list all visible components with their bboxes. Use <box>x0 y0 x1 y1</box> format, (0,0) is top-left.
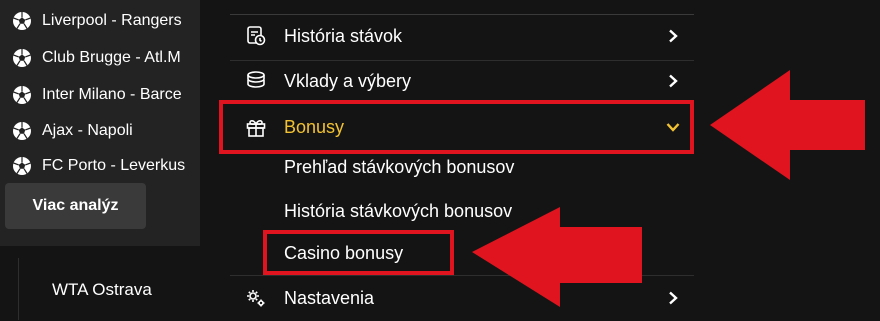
menu-item-label: Vklady a výbery <box>284 70 412 91</box>
match-analysis-panel: Liverpool - Rangers Club Brugge - Atl.M … <box>0 0 200 246</box>
soccer-ball-icon <box>13 122 31 140</box>
menu-item-label: História stávok <box>284 25 403 46</box>
submenu-item-casino-bonuses[interactable]: Casino bonusy <box>284 243 403 264</box>
submenu-item-bet-bonus-overview[interactable]: Prehľad stávkových bonusov <box>284 157 514 178</box>
chevron-right-icon <box>669 74 678 88</box>
soccer-ball-icon <box>13 12 31 30</box>
divider <box>18 258 19 320</box>
match-label: Club Brugge - Atl.M <box>42 49 181 66</box>
soccer-ball-icon <box>13 86 31 104</box>
menu-item-bonuses[interactable]: Bonusy <box>230 104 694 150</box>
menu-item-label: Nastavenia <box>284 287 375 308</box>
match-label: FC Porto - Leverkus <box>42 157 186 174</box>
chevron-down-icon <box>666 123 680 132</box>
soccer-ball-icon <box>13 49 31 67</box>
match-label: Inter Milano - Barce <box>42 86 182 103</box>
match-item-inter-milano[interactable]: Inter Milano - Barce <box>12 77 182 113</box>
menu-item-bet-history[interactable]: História stávok <box>230 13 694 59</box>
submenu-item-bet-bonus-history[interactable]: História stávkových bonusov <box>284 201 512 222</box>
menu-item-deposits-withdrawals[interactable]: Vklady a výbery <box>230 58 694 104</box>
gift-icon <box>244 115 268 139</box>
more-analyses-button[interactable]: Viac analýz <box>5 183 146 229</box>
menu-item-settings[interactable]: Nastavenia <box>230 275 694 321</box>
receipt-clock-icon <box>244 24 268 48</box>
chevron-right-icon <box>669 29 678 43</box>
soccer-ball-icon <box>13 157 31 175</box>
coins-icon <box>244 69 268 93</box>
tournament-tab-wta-ostrava[interactable]: WTA Ostrava <box>52 280 152 300</box>
chevron-right-icon <box>669 291 678 305</box>
match-item-club-brugge[interactable]: Club Brugge - Atl.M <box>12 40 181 76</box>
account-menu: História stávok Vklady a výbery Bonusy P… <box>200 0 694 320</box>
match-item-fc-porto[interactable]: FC Porto - Leverkus <box>12 148 185 184</box>
gears-icon <box>244 286 268 310</box>
match-label: Ajax - Napoli <box>42 122 133 139</box>
menu-item-label: Bonusy <box>284 116 345 137</box>
match-item-ajax-napoli[interactable]: Ajax - Napoli <box>12 113 133 149</box>
red-arrow-icon <box>710 70 865 180</box>
match-label: Liverpool - Rangers <box>42 12 182 29</box>
match-item-liverpool-rangers[interactable]: Liverpool - Rangers <box>12 3 182 39</box>
